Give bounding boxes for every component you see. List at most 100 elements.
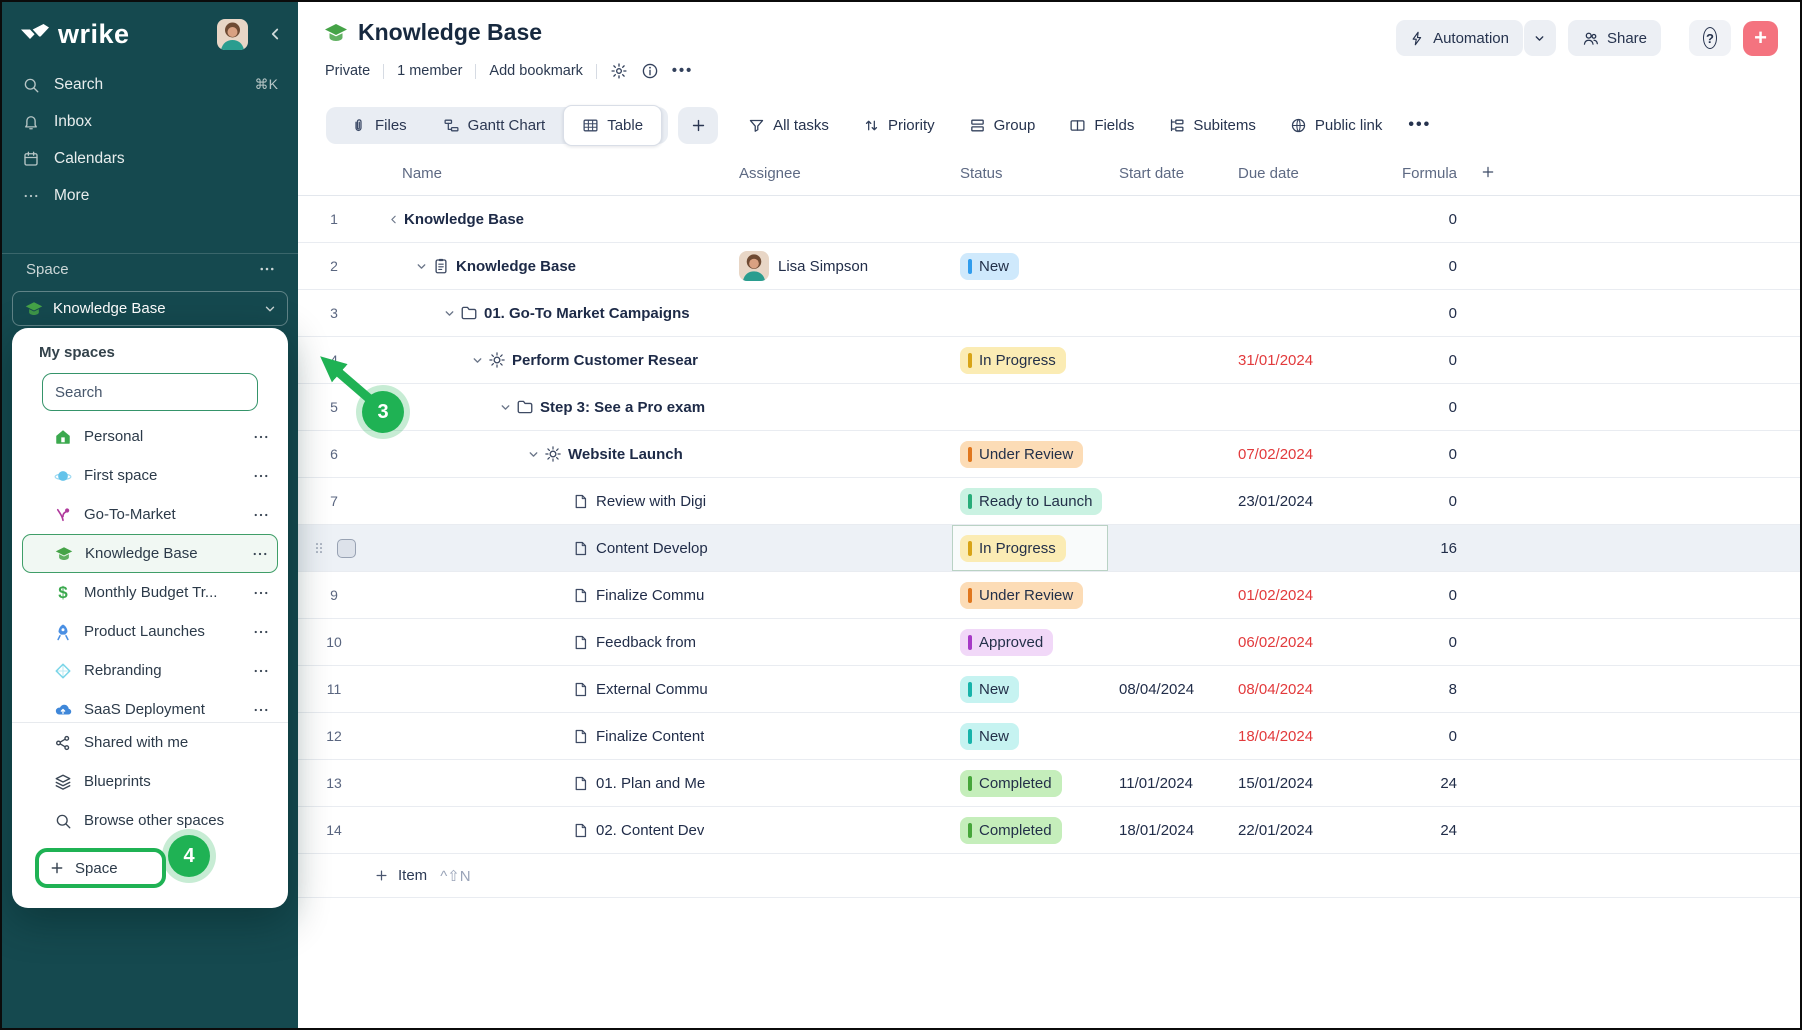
due-date-cell[interactable]: 22/01/2024	[1232, 822, 1362, 839]
space-item-knowledge-base[interactable]: Knowledge Base	[22, 534, 278, 573]
task-name[interactable]: External Commu	[596, 681, 708, 698]
task-name[interactable]: Finalize Content	[596, 728, 704, 745]
space-item-saas-deployment[interactable]: SaaS Deployment	[22, 690, 278, 722]
space-item-go-to-market[interactable]: Go-To-Market	[22, 495, 278, 534]
table-row[interactable]: 13 01. Plan and Me Completed 11/01/2024 15/0…	[298, 760, 1800, 807]
more-options-icon[interactable]	[252, 623, 270, 641]
status-badge[interactable]: In Progress	[960, 534, 1066, 562]
toolbar-all-tasks[interactable]: All tasks	[748, 117, 829, 134]
toolbar-group[interactable]: Group	[969, 117, 1035, 134]
status-cell[interactable]: Completed	[942, 807, 1107, 853]
expander-chevron-down-icon[interactable]	[438, 307, 460, 320]
task-name[interactable]: Knowledge Base	[456, 258, 576, 275]
task-name[interactable]: 01. Plan and Me	[596, 775, 705, 792]
space-item-rebranding[interactable]: Rebranding	[22, 651, 278, 690]
expander-chevron-down-icon[interactable]	[494, 401, 516, 414]
automation-dropdown-button[interactable]	[1523, 20, 1556, 56]
more-options-icon[interactable]	[252, 662, 270, 680]
due-date-cell[interactable]: 07/02/2024	[1232, 446, 1362, 463]
drag-handle-icon[interactable]	[311, 540, 327, 556]
status-cell[interactable]: Under Review	[942, 572, 1107, 618]
space-item-personal[interactable]: Personal	[22, 417, 278, 456]
popup-link-shared-with-me[interactable]: Shared with me	[22, 723, 278, 762]
task-name[interactable]: Step 3: See a Pro exam	[540, 399, 705, 416]
due-date-cell[interactable]: 31/01/2024	[1232, 352, 1362, 369]
meta-more-icon[interactable]: •••	[672, 63, 693, 79]
status-cell[interactable]: In Progress	[942, 337, 1107, 383]
due-date-cell[interactable]: 08/04/2024	[1232, 681, 1362, 698]
sidebar-item-inbox[interactable]: Inbox	[2, 103, 298, 140]
start-date-cell[interactable]: 08/04/2024	[1107, 681, 1232, 698]
expander-chevron-down-icon[interactable]	[466, 354, 488, 367]
task-name[interactable]: Content Develop	[596, 540, 708, 557]
status-cell[interactable]: In Progress	[942, 525, 1108, 571]
toolbar-priority[interactable]: Priority	[863, 117, 935, 134]
collapse-sidebar-icon[interactable]	[266, 25, 284, 43]
column-header-due-date[interactable]: Due date	[1232, 165, 1362, 182]
due-date-cell[interactable]: 18/04/2024	[1232, 728, 1362, 745]
info-icon[interactable]	[641, 62, 659, 80]
table-row[interactable]: 7 Review with Digi Ready to Launch 23/01/20…	[298, 478, 1800, 525]
space-options-icon[interactable]	[258, 260, 276, 278]
status-cell[interactable]	[942, 196, 1107, 242]
gear-icon[interactable]	[610, 62, 628, 80]
status-badge[interactable]: Completed	[960, 816, 1062, 844]
more-options-icon[interactable]	[252, 701, 270, 719]
tab-table[interactable]: Table	[563, 104, 663, 146]
expander-chevron-left-icon[interactable]	[382, 213, 404, 226]
add-column-icon[interactable]	[1462, 164, 1800, 184]
add-view-button[interactable]	[678, 106, 719, 144]
add-space-button[interactable]: Space	[35, 848, 166, 888]
share-button[interactable]: Share	[1567, 20, 1661, 56]
task-name[interactable]: 01. Go-To Market Campaigns	[484, 305, 690, 322]
spaces-search-input[interactable]	[42, 373, 258, 411]
status-cell[interactable]: New	[942, 243, 1107, 289]
space-selector[interactable]: Knowledge Base	[12, 291, 288, 326]
more-options-icon[interactable]	[252, 428, 270, 446]
status-badge[interactable]: New	[960, 722, 1020, 750]
status-badge[interactable]: Under Review	[960, 440, 1084, 468]
status-cell[interactable]	[942, 290, 1107, 336]
more-options-icon[interactable]	[252, 506, 270, 524]
expander-chevron-down-icon[interactable]	[410, 260, 432, 273]
status-cell[interactable]: Approved	[942, 619, 1107, 665]
task-name[interactable]: Knowledge Base	[404, 211, 524, 228]
toolbar-subitems[interactable]: Subitems	[1168, 117, 1256, 134]
start-date-cell[interactable]: 11/01/2024	[1107, 775, 1232, 792]
meta-add-bookmark[interactable]: Add bookmark	[489, 63, 583, 79]
column-header-name[interactable]: Name	[370, 165, 717, 182]
status-badge[interactable]: In Progress	[960, 346, 1066, 374]
tab-files[interactable]: Files	[332, 107, 425, 144]
status-badge[interactable]: Under Review	[960, 581, 1084, 609]
status-cell[interactable]	[942, 384, 1107, 430]
table-row[interactable]: 2 Knowledge Base Lisa Simpson New 0	[298, 243, 1800, 290]
assignee-cell[interactable]: Lisa Simpson	[717, 251, 942, 281]
toolbar-more-icon[interactable]: •••	[1408, 116, 1431, 134]
status-cell[interactable]: Ready to Launch	[942, 478, 1107, 524]
table-row[interactable]: 11 External Commu New 08/04/2024 08/04/2024 8	[298, 666, 1800, 713]
task-name[interactable]: Review with Digi	[596, 493, 706, 510]
status-cell[interactable]: Under Review	[942, 431, 1107, 477]
start-date-cell[interactable]: 18/01/2024	[1107, 822, 1232, 839]
more-options-icon[interactable]	[251, 545, 269, 563]
help-button[interactable]: ?	[1689, 20, 1731, 56]
task-name[interactable]: Perform Customer Resear	[512, 352, 698, 369]
task-name[interactable]: Feedback from	[596, 634, 696, 651]
add-new-button[interactable]: +	[1743, 20, 1778, 56]
more-options-icon[interactable]	[252, 467, 270, 485]
tab-gantt-chart[interactable]: Gantt Chart	[425, 107, 564, 144]
more-options-icon[interactable]	[252, 584, 270, 602]
task-name[interactable]: 02. Content Dev	[596, 822, 704, 839]
sidebar-item-search[interactable]: Search ⌘K	[2, 66, 298, 103]
row-checkbox[interactable]	[337, 538, 356, 558]
space-item-first-space[interactable]: First space	[22, 456, 278, 495]
popup-link-browse-other-spaces[interactable]: Browse other spaces	[22, 801, 278, 840]
add-item-row[interactable]: Item ^⇧N	[298, 854, 1800, 898]
space-item-product-launches[interactable]: Product Launches	[22, 612, 278, 651]
column-header-assignee[interactable]: Assignee	[717, 165, 942, 182]
table-row[interactable]: 3 01. Go-To Market Campaigns 0	[298, 290, 1800, 337]
status-badge[interactable]: Completed	[960, 769, 1062, 797]
automation-button[interactable]: Automation	[1396, 20, 1523, 56]
table-row[interactable]: 5 Step 3: See a Pro exam 0	[298, 384, 1800, 431]
sidebar-item-calendars[interactable]: Calendars	[2, 140, 298, 177]
